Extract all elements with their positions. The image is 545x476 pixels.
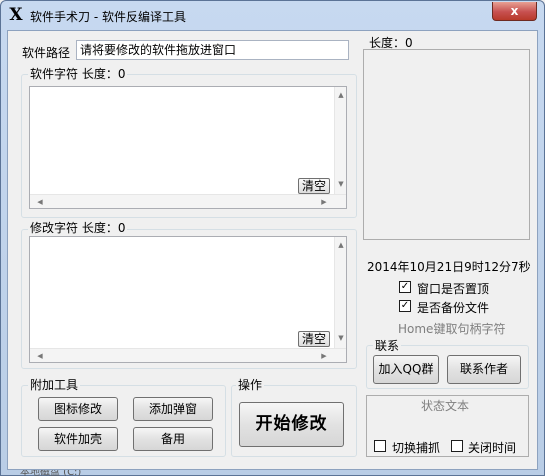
software-chars-clear-button[interactable]: 清空 (298, 178, 330, 194)
scroll-right-icon[interactable]: ▶ (318, 198, 330, 206)
software-pack-button[interactable]: 软件加壳 (38, 427, 118, 451)
start-modify-button[interactable]: 开始修改 (239, 402, 344, 447)
spare-button[interactable]: 备用 (133, 427, 213, 451)
contact-title: 联系 (373, 339, 402, 353)
status-text: 状态文本 (421, 399, 470, 413)
preview-panel (363, 49, 530, 240)
modify-chars-title: 修改字符 长度：0 (28, 221, 128, 235)
scroll-down-icon[interactable]: ▼ (335, 334, 347, 342)
switch-capture-checkbox[interactable] (374, 440, 386, 452)
scroll-down-icon[interactable]: ▼ (335, 180, 347, 188)
backup-label: 是否备份文件 (417, 301, 490, 315)
path-label: 软件路径 (22, 46, 71, 60)
backup-checkbox[interactable]: ✓ (399, 300, 411, 312)
software-chars-vscroll[interactable]: ▲ ▼ (334, 87, 346, 194)
scroll-right-icon[interactable]: ▶ (318, 352, 330, 360)
software-chars-title: 软件字符 长度：0 (28, 67, 128, 81)
scroll-up-icon[interactable]: ▲ (335, 241, 347, 249)
scroll-left-icon[interactable]: ◀ (34, 352, 46, 360)
hotkey-hint: Home键取句柄字符 (398, 322, 506, 336)
close-icon: x (510, 4, 519, 18)
software-chars-textarea[interactable]: ▲ ▼ ◀ ▶ 清空 (29, 86, 347, 209)
window-title: 软件手术刀 - 软件反编译工具 (30, 10, 186, 24)
modify-chars-vscroll[interactable]: ▲ ▼ (334, 237, 346, 348)
software-chars-hscroll[interactable]: ◀ ▶ (30, 194, 346, 208)
icon-modify-button[interactable]: 图标修改 (38, 397, 118, 421)
close-time-label: 关闭时间 (468, 441, 517, 455)
scroll-up-icon[interactable]: ▲ (335, 91, 347, 99)
switch-capture-label: 切换捕抓 (392, 441, 441, 455)
modify-chars-hscroll[interactable]: ◀ ▶ (30, 348, 346, 362)
add-popup-button[interactable]: 添加弹窗 (133, 397, 213, 421)
topmost-checkbox[interactable]: ✓ (399, 281, 411, 293)
tools-title: 附加工具 (28, 378, 81, 392)
close-button[interactable]: x (492, 2, 537, 21)
operation-title: 操作 (236, 378, 265, 392)
modify-chars-textarea[interactable]: ▲ ▼ ◀ ▶ 清空 (29, 236, 347, 363)
datetime-label: 2014年10月21日9时12分7秒 (367, 260, 531, 274)
title-bar[interactable]: X 软件手术刀 - 软件反编译工具 x (1, 1, 544, 29)
taskbar-peek: 本地磁盘 (C:) (20, 470, 82, 476)
contact-author-button[interactable]: 联系作者 (447, 355, 521, 384)
close-time-checkbox[interactable] (451, 440, 463, 452)
topmost-label: 窗口是否置顶 (417, 282, 490, 296)
modify-chars-clear-button[interactable]: 清空 (298, 331, 330, 347)
join-qq-group-button[interactable]: 加入QQ群 (373, 355, 439, 384)
app-logo-icon: X (9, 5, 23, 25)
path-input[interactable]: 请将要修改的软件拖放进窗口 (76, 40, 349, 60)
scroll-left-icon[interactable]: ◀ (34, 198, 46, 206)
